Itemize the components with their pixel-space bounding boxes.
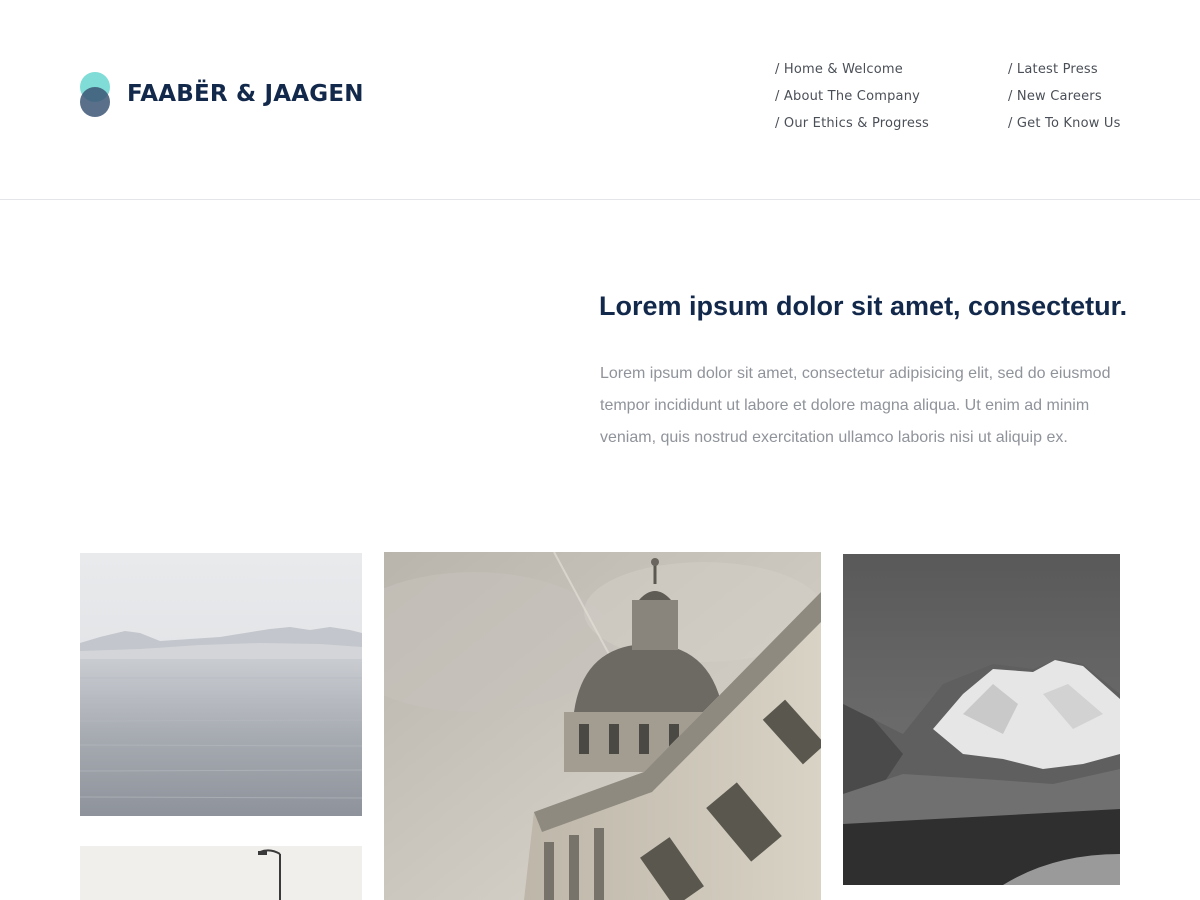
snowy-mountain-photo xyxy=(843,554,1120,885)
sea-photo xyxy=(80,553,362,816)
nav-link-careers[interactable]: / New Careers xyxy=(1008,87,1121,114)
nav-link-about[interactable]: / About The Company xyxy=(775,87,929,114)
nav-link-ethics[interactable]: / Our Ethics & Progress xyxy=(775,114,929,141)
domed-building-photo xyxy=(384,552,821,900)
nav-link-home[interactable]: / Home & Welcome xyxy=(775,60,929,87)
intro-heading: Lorem ipsum dolor sit amet, consectetur. xyxy=(599,291,1128,321)
site-header: FAABËR & JAAGEN / Home & Welcome / About… xyxy=(0,0,1200,200)
primary-nav: / Home & Welcome / About The Company / O… xyxy=(775,60,929,141)
streetlamp-photo xyxy=(80,846,362,900)
logo-circles-icon xyxy=(80,72,112,118)
nav-link-press[interactable]: / Latest Press xyxy=(1008,60,1121,87)
nav-link-know-us[interactable]: / Get To Know Us xyxy=(1008,114,1121,141)
intro-paragraph: Lorem ipsum dolor sit amet, consectetur … xyxy=(600,365,1111,446)
brand-logo[interactable]: FAABËR & JAAGEN xyxy=(80,72,364,118)
brand-name: FAABËR & JAAGEN xyxy=(127,81,364,107)
secondary-nav: / Latest Press / New Careers / Get To Kn… xyxy=(1008,60,1121,141)
